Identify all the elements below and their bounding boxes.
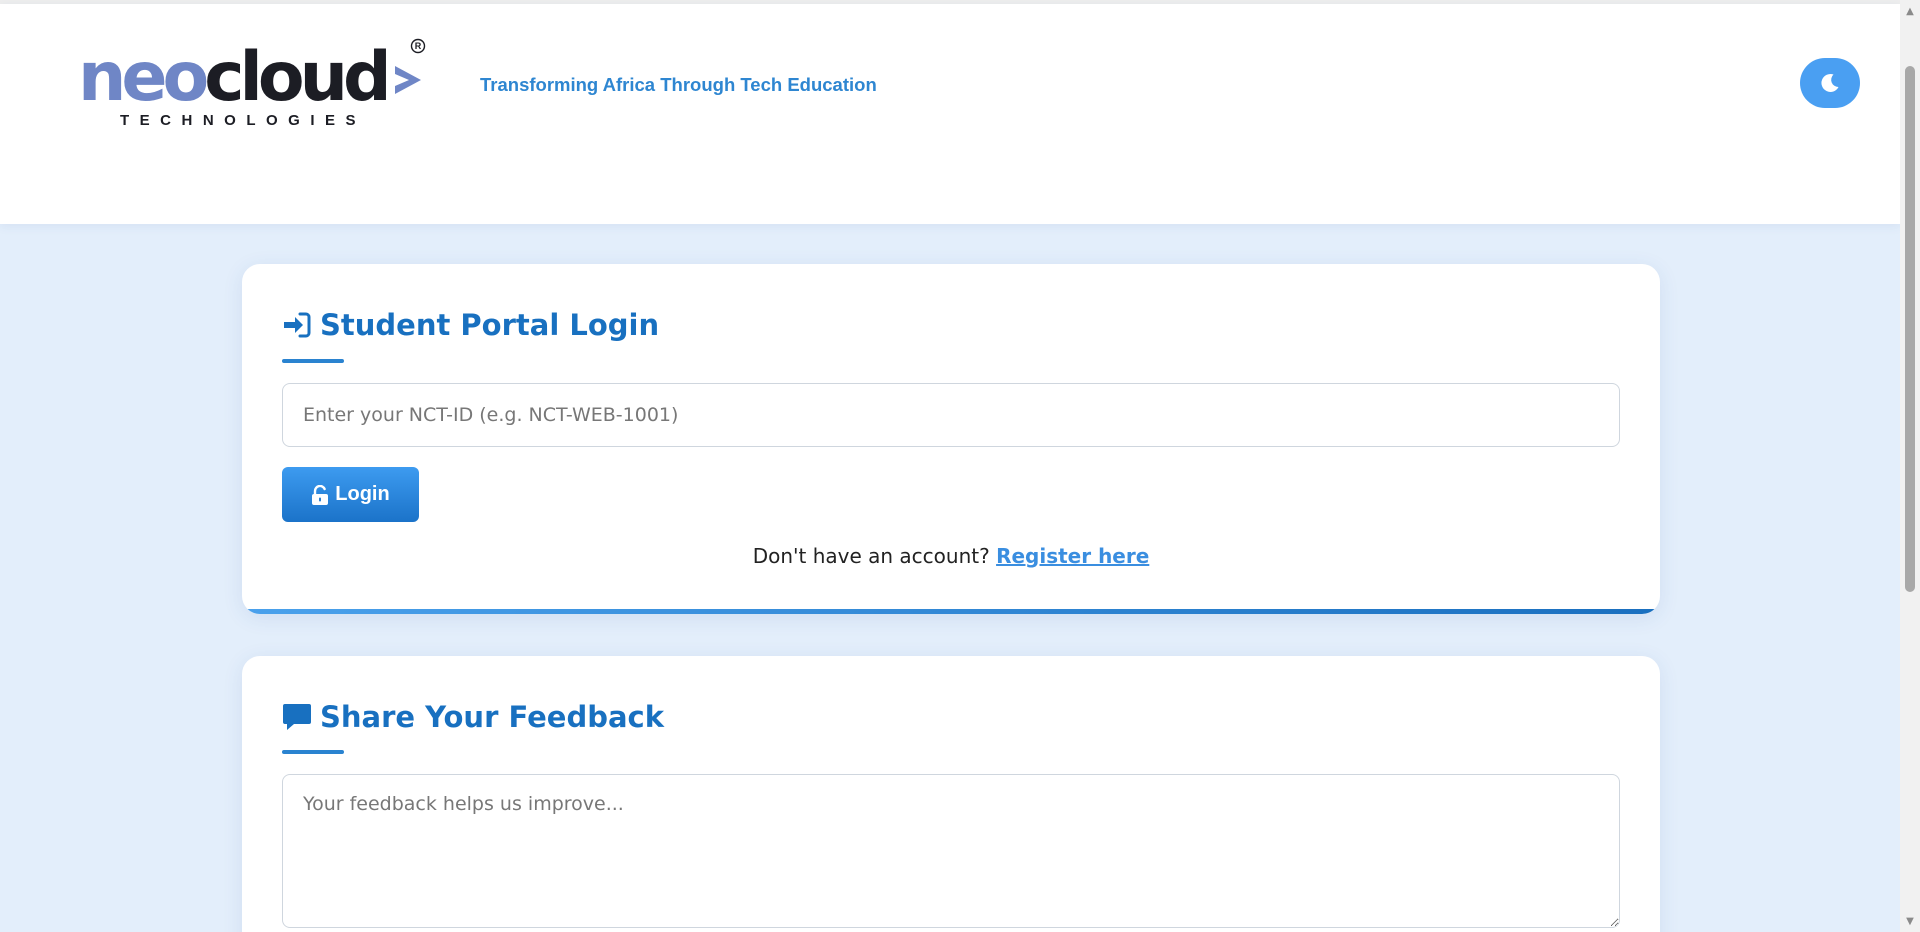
comment-icon — [283, 704, 311, 730]
logo-wordmark: neocloud — [78, 38, 392, 118]
login-card-title: Student Portal Login — [320, 308, 660, 342]
feedback-card-heading: Share Your Feedback — [282, 700, 664, 734]
sign-in-icon — [284, 312, 311, 338]
registered-mark: R — [410, 38, 426, 54]
unlock-icon — [312, 484, 329, 505]
theme-toggle-button[interactable] — [1800, 58, 1860, 108]
site-header: neocloud R TECHNOLOGIES Transforming Afr… — [0, 4, 1900, 224]
logo-cloud-text: cloud — [204, 38, 391, 117]
logo-chevron-icon — [395, 66, 421, 94]
logo-subtitle: TECHNOLOGIES — [120, 112, 367, 129]
register-prompt-text: Don't have an account? — [752, 544, 990, 568]
feedback-card-title: Share Your Feedback — [320, 700, 665, 734]
register-prompt: Don't have an account? Register here — [242, 544, 1660, 568]
scroll-down-arrow-icon[interactable]: ▼ — [1900, 912, 1920, 930]
neocloud-logo[interactable]: neocloud R TECHNOLOGIES — [78, 34, 438, 134]
login-button[interactable]: Login — [282, 467, 419, 522]
svg-text:R: R — [415, 41, 422, 51]
vertical-scrollbar[interactable]: ▲ ▼ — [1900, 0, 1920, 932]
login-button-label: Login — [335, 483, 390, 505]
feedback-card: Share Your Feedback — [242, 656, 1660, 932]
scroll-up-arrow-icon[interactable]: ▲ — [1900, 2, 1920, 20]
login-card: Student Portal Login Login Don't have an… — [242, 264, 1660, 614]
moon-icon — [1821, 73, 1839, 92]
feedback-textarea[interactable] — [282, 774, 1620, 928]
logo-neo-text: neo — [78, 38, 209, 117]
site-tagline: Transforming Africa Through Tech Educati… — [480, 74, 877, 95]
feedback-title-underline — [282, 750, 344, 754]
nct-id-input[interactable] — [282, 383, 1620, 447]
scrollbar-thumb[interactable] — [1905, 66, 1915, 592]
login-card-heading: Student Portal Login — [282, 308, 659, 342]
login-title-underline — [282, 359, 344, 363]
login-card-accent-bar — [242, 609, 1660, 614]
register-link[interactable]: Register here — [996, 544, 1149, 568]
